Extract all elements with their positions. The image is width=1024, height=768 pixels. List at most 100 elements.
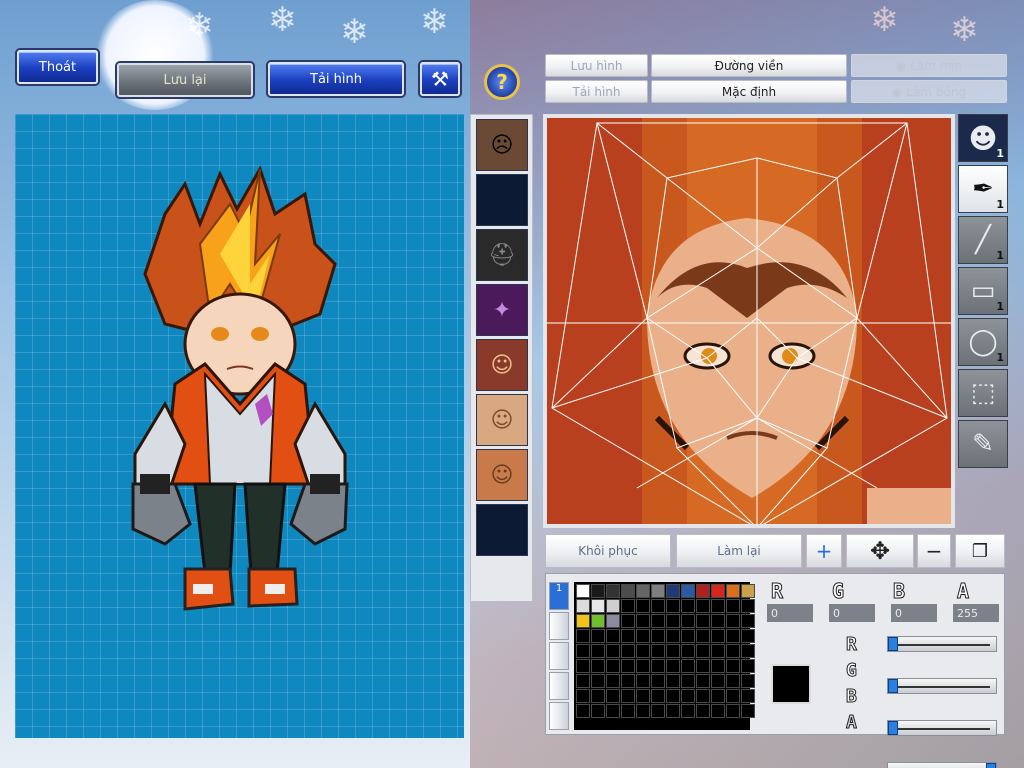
color-swatch[interactable] — [726, 584, 740, 598]
color-swatch[interactable] — [651, 629, 665, 643]
color-swatch[interactable] — [726, 674, 740, 688]
color-swatch[interactable] — [621, 659, 635, 673]
color-swatch[interactable] — [711, 629, 725, 643]
color-swatch[interactable] — [576, 674, 590, 688]
color-swatch[interactable] — [591, 629, 605, 643]
layer-button[interactable]: ❐ — [955, 534, 1005, 568]
select-tool[interactable]: ⬚ — [958, 369, 1008, 417]
color-swatch[interactable] — [666, 584, 680, 598]
rectangle-tool[interactable]: ▭ 1 — [958, 267, 1008, 315]
color-swatch[interactable] — [621, 614, 635, 628]
color-swatch[interactable] — [576, 659, 590, 673]
zoom-in-button[interactable]: + — [806, 534, 842, 568]
color-swatch[interactable] — [621, 704, 635, 718]
slider-g-thumb[interactable] — [888, 679, 898, 693]
part-slot-helmet[interactable]: ⛑ — [476, 229, 528, 281]
color-swatch[interactable] — [591, 704, 605, 718]
color-swatch[interactable] — [576, 629, 590, 643]
color-swatch[interactable] — [741, 674, 755, 688]
color-swatch[interactable] — [741, 599, 755, 613]
slider-b[interactable] — [887, 720, 997, 736]
color-swatch[interactable] — [651, 644, 665, 658]
color-swatch[interactable] — [651, 599, 665, 613]
color-swatch[interactable] — [606, 584, 620, 598]
color-swatch[interactable] — [636, 689, 650, 703]
eyedropper-tool[interactable]: ✎ — [958, 420, 1008, 468]
color-swatch[interactable] — [711, 584, 725, 598]
color-swatch[interactable] — [591, 689, 605, 703]
color-swatch[interactable] — [696, 584, 710, 598]
palette-tab[interactable] — [549, 612, 569, 640]
palette-tab[interactable] — [549, 672, 569, 700]
color-swatch[interactable] — [741, 614, 755, 628]
color-swatch[interactable] — [726, 599, 740, 613]
color-swatch[interactable] — [666, 674, 680, 688]
color-swatch[interactable] — [606, 689, 620, 703]
color-swatch[interactable] — [681, 599, 695, 613]
color-swatch[interactable] — [726, 704, 740, 718]
color-swatch[interactable] — [606, 629, 620, 643]
color-swatch[interactable] — [666, 644, 680, 658]
color-swatch[interactable] — [711, 689, 725, 703]
reload-button[interactable]: Tải hình — [268, 62, 404, 96]
color-swatch[interactable] — [621, 689, 635, 703]
part-slot-empty[interactable] — [476, 174, 528, 226]
color-swatch[interactable] — [606, 614, 620, 628]
part-slot-face[interactable]: ☹ — [476, 119, 528, 171]
channel-b-value[interactable]: 0 — [891, 604, 937, 622]
color-swatch[interactable] — [666, 629, 680, 643]
default-button[interactable]: Mặc định — [651, 80, 847, 103]
part-slot-skin-alt[interactable]: ☺ — [476, 449, 528, 501]
color-swatch[interactable] — [636, 584, 650, 598]
palette-tab[interactable] — [549, 702, 569, 730]
part-slot-cape[interactable]: ✦ — [476, 284, 528, 336]
color-swatch[interactable] — [606, 704, 620, 718]
color-swatch[interactable] — [696, 704, 710, 718]
color-swatch[interactable] — [621, 629, 635, 643]
load-image-button[interactable]: Tải hình — [545, 80, 648, 103]
color-swatch[interactable] — [711, 704, 725, 718]
texture-canvas[interactable] — [547, 118, 951, 524]
slider-r[interactable] — [887, 636, 997, 652]
color-swatch[interactable] — [681, 674, 695, 688]
color-swatch[interactable] — [651, 659, 665, 673]
color-swatch[interactable] — [621, 584, 635, 598]
color-swatch[interactable] — [576, 704, 590, 718]
color-swatch[interactable] — [591, 599, 605, 613]
color-swatch[interactable] — [576, 584, 590, 598]
zoom-out-button[interactable]: − — [917, 534, 951, 568]
color-swatch[interactable] — [651, 674, 665, 688]
outline-button[interactable]: Đường viền — [651, 54, 847, 77]
color-swatch[interactable] — [711, 644, 725, 658]
slider-a-thumb[interactable] — [986, 763, 996, 768]
part-slot-empty[interactable] — [476, 504, 528, 556]
color-swatch[interactable] — [711, 614, 725, 628]
color-swatch[interactable] — [741, 689, 755, 703]
color-swatch[interactable] — [636, 629, 650, 643]
color-swatch[interactable] — [606, 659, 620, 673]
color-swatch[interactable] — [681, 644, 695, 658]
redo-button[interactable]: Làm lại — [676, 534, 802, 568]
color-swatch[interactable] — [726, 644, 740, 658]
part-slot-mask[interactable]: ☺ — [476, 339, 528, 391]
color-swatch[interactable] — [636, 704, 650, 718]
color-swatch[interactable] — [621, 644, 635, 658]
color-swatch[interactable] — [696, 689, 710, 703]
exit-button[interactable]: Thoát — [17, 50, 98, 84]
color-swatch[interactable] — [576, 689, 590, 703]
ellipse-tool[interactable]: ◯ 1 — [958, 318, 1008, 366]
hammer-button[interactable]: ⚒ — [420, 62, 460, 96]
color-swatch[interactable] — [591, 644, 605, 658]
line-tool[interactable]: ╱ 1 — [958, 216, 1008, 264]
color-swatch[interactable] — [621, 674, 635, 688]
slider-b-thumb[interactable] — [888, 721, 898, 735]
color-swatch[interactable] — [696, 659, 710, 673]
smooth-button[interactable]: ◉ Làm mịn — [851, 54, 1007, 77]
move-button[interactable]: ✥ — [846, 534, 914, 568]
color-swatch[interactable] — [741, 629, 755, 643]
color-swatch[interactable] — [651, 614, 665, 628]
color-swatch[interactable] — [681, 584, 695, 598]
color-swatch[interactable] — [711, 659, 725, 673]
color-swatch[interactable] — [606, 599, 620, 613]
color-swatch[interactable] — [726, 629, 740, 643]
